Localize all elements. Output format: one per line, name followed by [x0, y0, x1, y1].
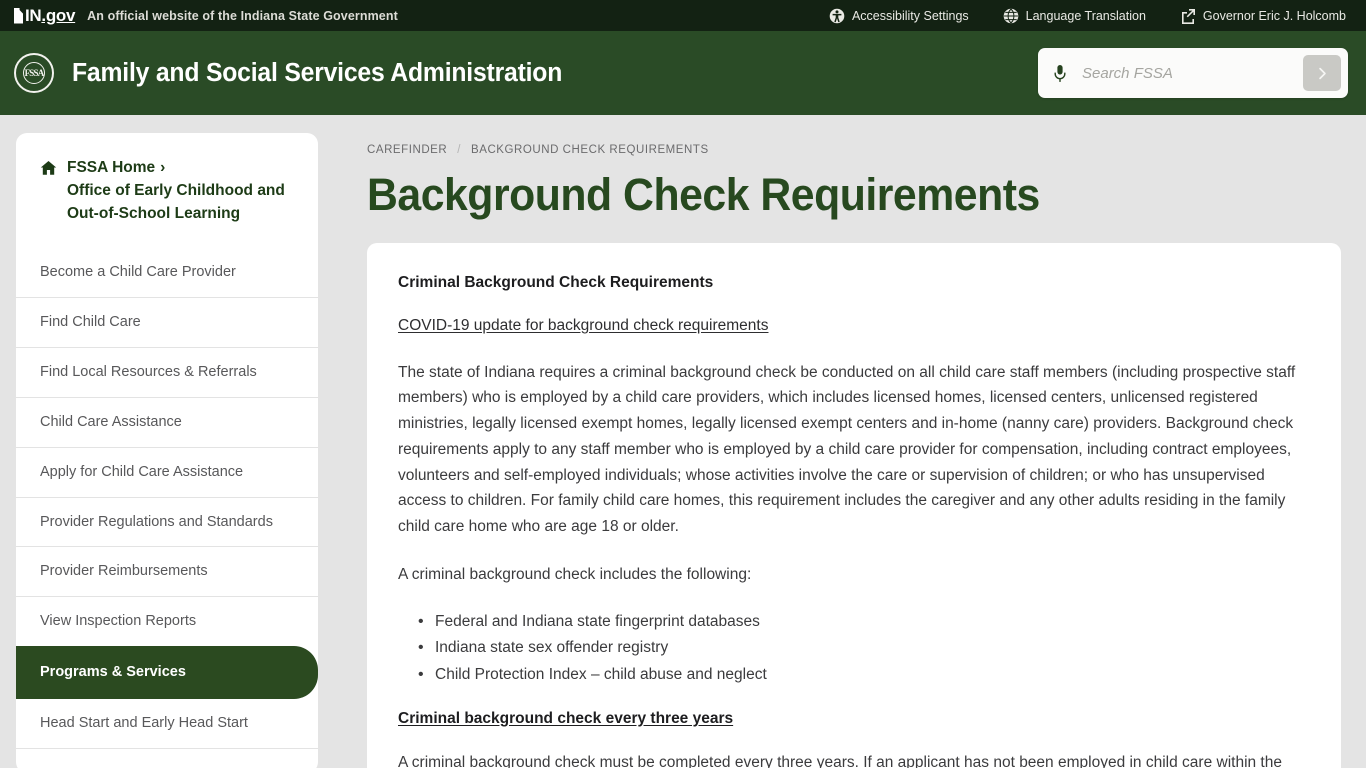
- sidebar-bottom-divider: [16, 747, 318, 749]
- sidebar-item-find-child-care[interactable]: Find Child Care: [16, 297, 318, 347]
- accessibility-settings-link[interactable]: Accessibility Settings: [829, 8, 969, 24]
- sidebar-item-provider-regulations-and-standards[interactable]: Provider Regulations and Standards: [16, 496, 318, 547]
- microphone-icon[interactable]: [1052, 64, 1068, 83]
- search-submit-button[interactable]: [1303, 55, 1341, 91]
- breadcrumb-item-current: BACKGROUND CHECK REQUIREMENTS: [471, 144, 709, 156]
- in-gov-logo-in: IN: [25, 5, 42, 25]
- governor-label: Governor Eric J. Holcomb: [1202, 8, 1346, 23]
- accessibility-settings-label: Accessibility Settings: [851, 8, 969, 23]
- language-translation-link[interactable]: Language Translation: [1003, 8, 1146, 24]
- sidebar-section-link[interactable]: Office of Early Childhood and Out-of-Sch…: [67, 182, 285, 222]
- sidebar-home-link[interactable]: FSSA Home: [67, 159, 155, 176]
- background-check-list: Federal and Indiana state fingerprint da…: [398, 609, 1301, 689]
- utility-links: Accessibility Settings Language Translat…: [829, 8, 1346, 24]
- sidebar-item-head-start-and-early-head-start[interactable]: Head Start and Early Head Start: [16, 699, 318, 748]
- search-input[interactable]: [1080, 63, 1303, 83]
- sidebar-item-view-inspection-reports[interactable]: View Inspection Reports: [16, 596, 318, 646]
- sidebar-item-find-local-resources-referrals[interactable]: Find Local Resources & Referrals: [16, 347, 318, 397]
- fssa-seal-logo[interactable]: FSSA: [14, 53, 54, 93]
- main-content: CAREFINDER / BACKGROUND CHECK REQUIREMEN…: [326, 115, 1366, 768]
- official-website-notice: An official website of the Indiana State…: [87, 8, 398, 23]
- sidebar-item-child-care-assistance[interactable]: Child Care Assistance: [16, 396, 318, 447]
- breadcrumb-item-carefinder[interactable]: CAREFINDER: [367, 144, 447, 156]
- in-gov-logo[interactable]: IN .gov: [14, 6, 75, 26]
- governor-link[interactable]: Governor Eric J. Holcomb: [1180, 8, 1346, 24]
- sidebar-item-provider-reimbursements[interactable]: Provider Reimbursements: [16, 546, 318, 596]
- content-card: Criminal Background Check Requirements C…: [367, 242, 1341, 768]
- content-paragraph-3: A criminal background check must be comp…: [398, 753, 1282, 768]
- covid-update-link[interactable]: COVID-19 update for background check req…: [398, 317, 768, 335]
- indiana-state-shape-icon: [14, 7, 23, 24]
- list-item: Federal and Indiana state fingerprint da…: [418, 609, 1301, 636]
- site-header: FSSA Family and Social Services Administ…: [0, 31, 1366, 115]
- sidebar-home-breadcrumb: FSSA Home › Office of Early Childhood and…: [16, 157, 318, 225]
- sidebar: FSSA Home › Office of Early Childhood and…: [0, 115, 326, 768]
- content-heading: Criminal Background Check Requirements: [398, 273, 714, 291]
- breadcrumb: CAREFINDER / BACKGROUND CHECK REQUIREMEN…: [367, 115, 1341, 156]
- list-item: Child Protection Index – child abuse and…: [418, 662, 1301, 689]
- page-body: FSSA Home › Office of Early Childhood and…: [0, 115, 1366, 768]
- sidebar-card: FSSA Home › Office of Early Childhood and…: [16, 133, 318, 768]
- search-bar: [1038, 48, 1348, 98]
- site-title: Family and Social Services Administratio…: [72, 58, 563, 87]
- sidebar-home-chevron-icon: ›: [160, 159, 166, 176]
- home-icon: [40, 160, 57, 176]
- language-translation-label: Language Translation: [1025, 8, 1146, 23]
- fssa-seal-monogram: FSSA: [23, 62, 45, 84]
- sidebar-item-programs-services[interactable]: Programs & Services: [16, 646, 318, 699]
- external-link-icon: [1180, 8, 1196, 24]
- list-item: Indiana state sex offender registry: [418, 635, 1301, 662]
- content-subheading: Criminal background check every three ye…: [398, 709, 734, 727]
- page-title: Background Check Requirements: [367, 169, 1040, 220]
- sidebar-item-apply-for-child-care-assistance[interactable]: Apply for Child Care Assistance: [16, 446, 318, 497]
- utility-bar: IN .gov An official website of the Indian…: [0, 0, 1366, 31]
- content-paragraph-2: A criminal background check includes the…: [398, 565, 752, 583]
- chevron-right-icon: [1318, 67, 1326, 79]
- accessibility-icon: [829, 8, 845, 24]
- in-gov-logo-gov: .gov: [41, 5, 76, 25]
- content-paragraph-1: The state of Indiana requires a criminal…: [398, 363, 1296, 535]
- globe-icon: [1003, 8, 1019, 24]
- sidebar-item-become-a-child-care-provider[interactable]: Become a Child Care Provider: [16, 248, 318, 297]
- breadcrumb-separator: /: [457, 144, 462, 156]
